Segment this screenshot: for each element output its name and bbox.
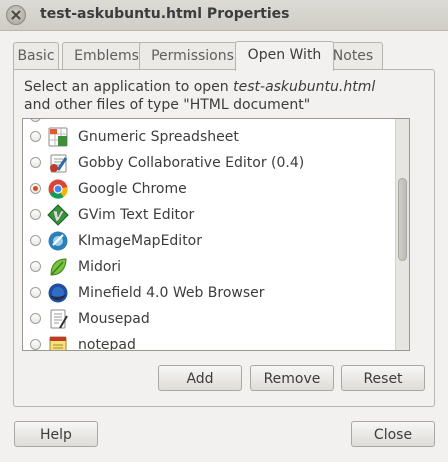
midori-icon xyxy=(50,258,67,276)
reset-button[interactable]: Reset xyxy=(341,365,425,391)
radio-button-selected[interactable] xyxy=(30,183,41,194)
help-button[interactable]: Help xyxy=(14,421,98,447)
list-item[interactable]: Google Chrome xyxy=(23,176,395,202)
list-item[interactable]: notepad xyxy=(23,332,395,351)
list-item[interactable]: Gobby Collaborative Editor (0.4) xyxy=(23,150,395,176)
radio-button[interactable] xyxy=(30,339,41,350)
list-item[interactable]: KImageMapEditor xyxy=(23,228,395,254)
scrollbar-thumb[interactable] xyxy=(398,178,407,261)
radio-button[interactable] xyxy=(30,235,41,246)
application-name: Minefield 4.0 Web Browser xyxy=(78,285,265,301)
tab-emblems[interactable]: Emblems xyxy=(62,42,151,69)
list-scrollbar[interactable] xyxy=(395,119,409,350)
mousepad-icon xyxy=(50,309,68,329)
radio-button[interactable] xyxy=(30,131,41,142)
radio-button[interactable] xyxy=(30,119,41,122)
google-chrome-icon xyxy=(48,179,68,199)
kimagemapeditor-icon xyxy=(48,231,68,251)
list-item[interactable]: Mousepad xyxy=(23,306,395,332)
description-prefix: Select an application to open xyxy=(24,79,234,95)
description-line2: and other files of type "HTML document" xyxy=(24,97,311,113)
application-name: GVim Text Editor xyxy=(78,207,195,223)
radio-button[interactable] xyxy=(30,157,41,168)
radio-button[interactable] xyxy=(30,313,41,324)
properties-window: test-askubuntu.html Properties Basic Emb… xyxy=(0,0,448,462)
window-title: test-askubuntu.html Properties xyxy=(40,6,290,22)
list-item[interactable]: Gnumeric Spreadsheet xyxy=(23,124,395,150)
list-item[interactable]: Midori xyxy=(23,254,395,280)
list-item[interactable]: Minefield 4.0 Web Browser xyxy=(23,280,395,306)
tab-basic[interactable]: Basic xyxy=(13,42,59,69)
minefield-browser-icon xyxy=(48,283,68,303)
application-name: Mousepad xyxy=(78,311,150,327)
notepad-icon xyxy=(49,336,67,350)
radio-button[interactable] xyxy=(30,287,41,298)
application-name: Gnumeric Spreadsheet xyxy=(78,129,239,145)
application-name: Midori xyxy=(78,259,122,275)
close-button[interactable]: Close xyxy=(351,421,435,447)
tab-permissions[interactable]: Permissions xyxy=(139,42,246,69)
application-name: KImageMapEditor xyxy=(78,233,203,249)
title-bar[interactable]: test-askubuntu.html Properties xyxy=(0,0,448,31)
remove-button[interactable]: Remove xyxy=(250,365,334,391)
gobby-editor-icon xyxy=(50,154,68,173)
application-name: notepad xyxy=(78,337,136,351)
gvim-icon xyxy=(47,204,69,226)
application-name: Google Chrome xyxy=(78,181,187,197)
application-list[interactable]: Gnumeric Spreadsheet Gobby Collaborative … xyxy=(22,118,410,351)
window-close-icon[interactable] xyxy=(6,5,26,25)
radio-button[interactable] xyxy=(30,209,41,220)
add-button[interactable]: Add xyxy=(158,365,242,391)
tab-open-with[interactable]: Open With xyxy=(235,41,334,71)
description-filename: test-askubuntu.html xyxy=(233,79,376,95)
gnumeric-spreadsheet-icon xyxy=(48,127,68,147)
application-name: Gobby Collaborative Editor (0.4) xyxy=(78,155,305,171)
list-item[interactable]: GVim Text Editor xyxy=(23,202,395,228)
radio-button[interactable] xyxy=(30,261,41,272)
description-text: Select an application to open test-askub… xyxy=(24,78,375,114)
